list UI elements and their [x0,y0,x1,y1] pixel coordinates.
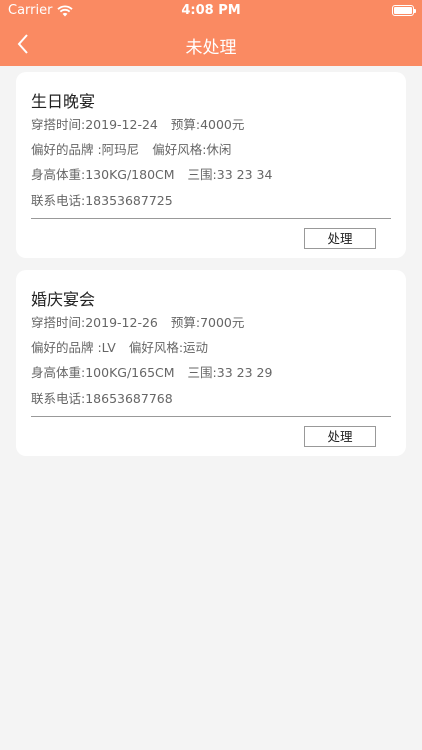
divider [31,218,391,219]
preference-row: 偏好的品牌 :LV 偏好风格:运动 [31,337,208,356]
dress-time: 穿搭时间:2019-12-24 [31,117,158,132]
budget: 预算:7000元 [170,315,245,330]
phone-row: 联系电话:18653687768 [31,388,173,407]
divider [31,416,391,417]
order-card: 生日晚宴 穿搭时间:2019-12-24 预算:4000元 偏好的品牌 :阿玛尼偏… [16,72,406,258]
budget: 预算:4000元 [170,117,245,132]
process-button[interactable]: 处理 [304,426,376,447]
header: Carrier 4:08 PM 未处理 [0,0,422,66]
measurements: 三围:33 23 34 [187,167,273,182]
contact-phone: 联系电话:18353687725 [31,193,173,208]
order-title: 婚庆宴会 [31,290,96,309]
dress-time: 穿搭时间:2019-12-26 [31,315,158,330]
order-title: 生日晚宴 [31,92,96,111]
preferred-brand: 偏好的品牌 :阿玛尼 [31,142,140,157]
height-weight: 身高体重:130KG/180CM [31,167,175,182]
body-row: 身高体重:100KG/165CM 三围:33 23 29 [31,362,272,381]
phone-row: 联系电话:18353687725 [31,190,173,209]
preferred-brand: 偏好的品牌 :LV [31,340,116,355]
time-budget-row: 穿搭时间:2019-12-26 预算:7000元 [31,312,244,331]
time-budget-row: 穿搭时间:2019-12-24 预算:4000元 [31,114,244,133]
process-button[interactable]: 处理 [304,228,376,249]
page-title: 未处理 [185,38,237,58]
battery-icon [392,5,416,16]
preferred-style: 偏好风格:休闲 [152,142,232,157]
height-weight: 身高体重:100KG/165CM [31,365,175,380]
body-row: 身高体重:130KG/180CM 三围:33 23 34 [31,164,272,183]
order-card: 婚庆宴会 穿搭时间:2019-12-26 预算:7000元 偏好的品牌 :LV 偏好… [16,270,406,456]
measurements: 三围:33 23 29 [187,365,273,380]
nav-bar: 未处理 [0,22,422,66]
preferred-style: 偏好风格:运动 [128,340,209,355]
status-bar: Carrier 4:08 PM [0,0,422,22]
clock: 4:08 PM [181,3,241,18]
contact-phone: 联系电话:18653687768 [31,391,173,406]
preference-row: 偏好的品牌 :阿玛尼 偏好风格:休闲 [31,139,231,158]
